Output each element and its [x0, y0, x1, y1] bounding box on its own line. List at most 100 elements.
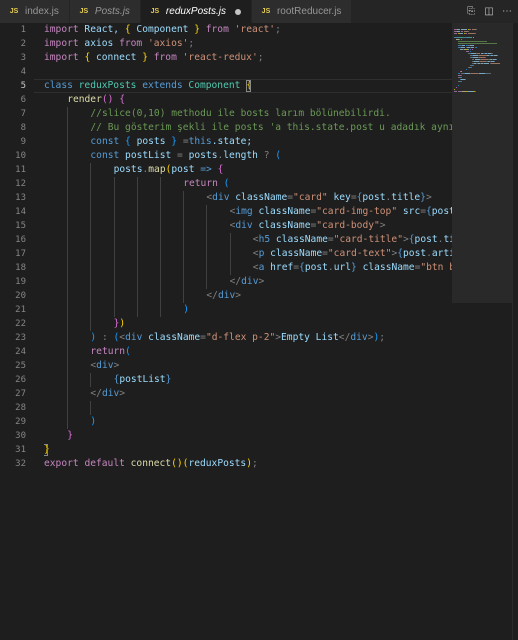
minimap-token: [461, 81, 462, 82]
code-line[interactable]: <div className="card-body">: [230, 219, 386, 233]
line-number: 12: [15, 179, 26, 189]
code-line[interactable]: import axios from 'axios';: [44, 37, 194, 51]
code-line[interactable]: {postList}: [114, 373, 172, 387]
code-line[interactable]: const postList = posts.length ? (: [90, 149, 281, 163]
tab-index-js[interactable]: JS index.js: [0, 0, 70, 23]
code-line[interactable]: </div>: [206, 289, 241, 303]
minimap-token: [491, 63, 500, 64]
minimap-token: [470, 49, 471, 50]
tab-rootreducer-js[interactable]: JS rootReducer.js: [251, 0, 353, 23]
indent-guide: [67, 345, 69, 359]
code-token: 'react-redux': [182, 52, 258, 63]
code-token: className: [258, 220, 311, 231]
code-line[interactable]: render() {: [67, 93, 125, 107]
vertical-scrollbar[interactable]: [512, 23, 518, 640]
code-line[interactable]: return(: [90, 345, 130, 359]
minimap-token: [470, 51, 471, 52]
code-token: p: [258, 248, 271, 259]
indent-guide: [160, 205, 161, 219]
minimap-token: [454, 89, 455, 90]
split-editor-icon[interactable]: ◫: [484, 6, 494, 17]
line-number: 5: [20, 81, 26, 91]
code-line[interactable]: export default connect()(reduxPosts);: [44, 457, 258, 471]
code-token: render: [67, 94, 102, 105]
line-number: 22: [15, 319, 26, 329]
javascript-file-icon: JS: [9, 7, 19, 15]
code-token: "card-title": [333, 234, 403, 245]
unsaved-dot-icon[interactable]: [234, 8, 241, 15]
indent-guide: [67, 233, 69, 247]
code-line[interactable]: <h5 className="card-title">{post.title}: [253, 233, 452, 247]
line-number: 17: [15, 249, 26, 259]
tab-label: reduxPosts.js: [165, 6, 226, 17]
indent-guide: [113, 275, 115, 289]
code-line[interactable]: posts.map(post => {: [114, 163, 224, 177]
indent-guide: [136, 205, 138, 219]
code-line[interactable]: ) : (<div className="d-flex p-2">Empty L…: [90, 331, 385, 345]
line-number: 16: [15, 235, 26, 245]
minimap-token: [466, 69, 467, 70]
code-token: axios: [78, 38, 120, 49]
indent-guide: [90, 401, 92, 415]
indent-guide: [113, 233, 115, 247]
line-number: 32: [15, 459, 26, 469]
code-token: className: [148, 332, 201, 343]
tab-posts-js[interactable]: JS Posts.js: [69, 0, 141, 23]
code-token: >: [425, 192, 432, 203]
code-line[interactable]: class reduxPosts extends Component {: [44, 79, 252, 93]
code-line[interactable]: //slice(0,10) methodu ile bosts larım bö…: [90, 107, 390, 121]
code-line[interactable]: return (: [183, 177, 229, 191]
minimap-token: [477, 53, 480, 54]
indent-guide: [90, 191, 92, 205]
indent-guide: [136, 177, 138, 191]
minimap-token: [461, 39, 462, 40]
indent-guide: [183, 233, 185, 247]
code-token: div: [125, 332, 149, 343]
code-line[interactable]: import React, { Component } from 'react'…: [44, 23, 281, 37]
minimap-token: [459, 39, 460, 40]
code-line[interactable]: }): [114, 317, 126, 331]
code-line[interactable]: <a href={post.url} className="btn btn-pr…: [253, 261, 452, 275]
indent-guide: [90, 205, 92, 219]
more-icon[interactable]: ⋯: [502, 6, 512, 17]
javascript-file-icon: JS: [79, 7, 89, 15]
minimap-token: [471, 47, 474, 48]
code-line[interactable]: </div>: [230, 275, 265, 289]
code-token: post: [304, 262, 328, 273]
tab-label: index.js: [25, 6, 59, 17]
code-line[interactable]: }: [67, 429, 73, 443]
code-line[interactable]: <img className="card-img-top" src={post.…: [230, 205, 452, 219]
line-number-gutter: 1 2 3 4 5 6 7 8 9 10 11 12 13 14 15 16 17 18 19 20 21 22 23 24 2…: [0, 23, 34, 640]
code-line[interactable]: const { posts } =this.state;: [90, 135, 252, 149]
code-token: //slice(0,10) methodu ile bosts larım bö…: [90, 108, 391, 119]
tab-reduxposts-js[interactable]: JS reduxPosts.js: [140, 0, 252, 23]
code-token: </: [206, 290, 218, 301]
code-token: }: [67, 430, 73, 441]
code-line[interactable]: <p className="card-text">{post.artist}: [253, 247, 452, 261]
code-line[interactable]: ): [183, 303, 189, 317]
code-line[interactable]: <div className="card" key={post.title}>: [206, 191, 431, 205]
tab-list: JS index.js JS Posts.js JS reduxPosts.js JS roo…: [0, 0, 353, 23]
minimap-token: [454, 33, 457, 34]
code-token: (: [125, 346, 131, 357]
minimap-token: [473, 59, 474, 60]
minimap-token: [471, 73, 478, 74]
line-number: 27: [15, 389, 26, 399]
code-line[interactable]: </div>: [90, 387, 125, 401]
code-token: </: [229, 276, 242, 287]
code-line[interactable]: import { connect } from 'react-redux';: [44, 51, 264, 65]
code-line[interactable]: <div>: [90, 359, 119, 373]
indent-guide: [90, 219, 92, 233]
code-line[interactable]: // Bu gösterim şekli ile posts 'a this.s…: [90, 121, 452, 135]
code-editor[interactable]: 1 2 3 4 5 6 7 8 9 10 11 12 13 14 15 16 17 18 19 20 21 22 23 24 2…: [0, 23, 518, 640]
code-token: ;: [188, 38, 195, 49]
compare-icon[interactable]: ⎘: [466, 6, 476, 17]
code-line[interactable]: ): [90, 415, 96, 429]
indent-guide: [206, 247, 208, 261]
minimap[interactable]: [452, 23, 512, 640]
minimap-token: [494, 61, 495, 62]
code-area[interactable]: import React, { Component } from 'react'…: [44, 23, 452, 640]
code-token: import: [44, 38, 79, 49]
code-token: {: [119, 94, 125, 105]
code-token: </: [338, 332, 351, 343]
